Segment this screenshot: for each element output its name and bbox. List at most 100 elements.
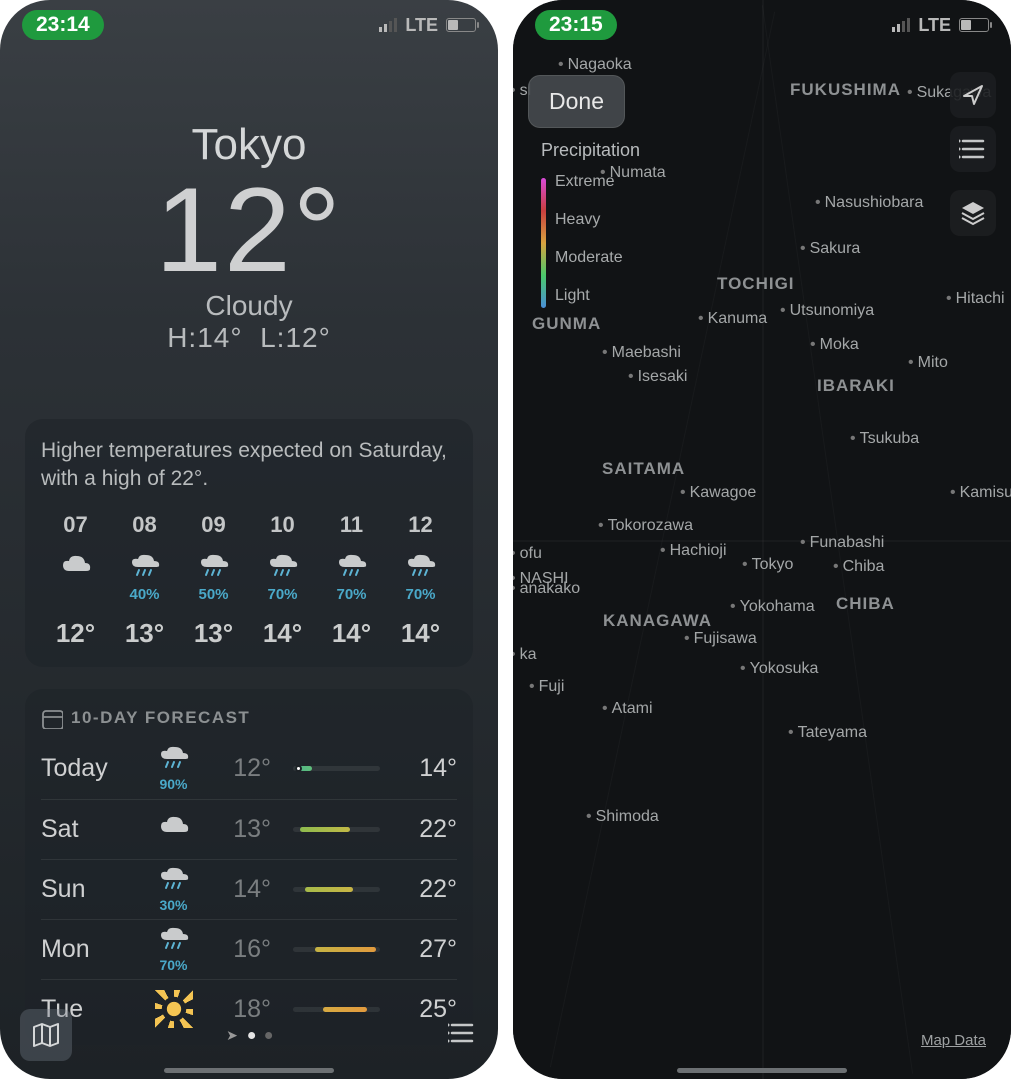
city-label[interactable]: ofu <box>513 545 542 563</box>
daily-row[interactable]: Mon 70% 16° 27° <box>41 919 457 979</box>
city-label[interactable]: Funabashi <box>800 534 884 552</box>
legend-gradient <box>541 178 546 308</box>
hourly-card[interactable]: Higher temperatures expected on Saturday… <box>25 419 473 667</box>
city-label[interactable]: Yokohama <box>730 598 815 616</box>
legend-level: Moderate <box>555 239 640 277</box>
city-label[interactable]: Hachioji <box>660 542 727 560</box>
prefecture-label: CHIBA <box>836 594 895 614</box>
city-label[interactable]: Isesaki <box>628 368 687 386</box>
hour-temp: 14 <box>455 618 457 649</box>
network-label: LTE <box>405 15 438 36</box>
hour-cell[interactable]: 08 40% 13° <box>110 512 179 649</box>
city-label[interactable]: Moka <box>810 336 859 354</box>
day-low: 12° <box>211 754 271 783</box>
cloud-icon <box>159 814 189 840</box>
hour-cell[interactable]: 13 80 14 <box>455 512 457 649</box>
home-indicator[interactable] <box>677 1068 847 1073</box>
time-pill[interactable]: 23:15 <box>535 10 617 40</box>
prefecture-label: KANAGAWA <box>603 611 712 631</box>
city-label[interactable]: Utsunomiya <box>780 302 874 320</box>
hour-temp: 14° <box>317 618 386 649</box>
hour-cell[interactable]: 10 70% 14° <box>248 512 317 649</box>
page-indicator[interactable]: ➤ <box>226 1027 272 1044</box>
precip-pct: 70% <box>248 586 317 604</box>
city-label[interactable]: Nagaoka <box>558 56 632 74</box>
page-dot <box>265 1032 272 1039</box>
city-label[interactable]: Tokorozawa <box>598 517 693 535</box>
daily-row[interactable]: Sun 30% 14° 22° <box>41 859 457 919</box>
hour-label: 08 <box>110 512 179 538</box>
hour-label: 10 <box>248 512 317 538</box>
city-label[interactable]: Shimoda <box>586 808 659 826</box>
daily-row[interactable]: Sat 13° 22° <box>41 799 457 859</box>
city-label[interactable]: Sakura <box>800 240 860 258</box>
map-icon <box>31 1021 61 1049</box>
hour-cell[interactable]: 07 12° <box>41 512 110 649</box>
layers-button[interactable] <box>950 190 996 236</box>
hour-temp: 12° <box>41 618 110 649</box>
city-label[interactable]: Kanuma <box>698 310 767 328</box>
locate-button[interactable] <box>950 72 996 118</box>
network-label: LTE <box>918 15 951 36</box>
precip-pct: 30% <box>146 897 201 913</box>
map-data-link[interactable]: Map Data <box>921 1032 986 1049</box>
temp-range-bar <box>293 827 380 832</box>
precip-pct: 80 <box>455 586 457 604</box>
rain-icon <box>159 745 189 771</box>
hour-cell[interactable]: 09 50% 13° <box>179 512 248 649</box>
day-low: 13° <box>211 815 271 844</box>
hourly-row[interactable]: 07 12° 08 40% 13° 09 50% 13° 10 70% 14° … <box>41 512 457 649</box>
home-indicator[interactable] <box>164 1068 334 1073</box>
day-label: Sun <box>41 875 136 904</box>
signal-icon <box>379 18 397 32</box>
city-label[interactable]: ka <box>513 646 537 664</box>
city-label[interactable]: Kamisu <box>950 484 1011 502</box>
locations-button[interactable] <box>448 1020 478 1051</box>
hour-temp: 13° <box>179 618 248 649</box>
page-dot <box>248 1032 255 1039</box>
daily-row[interactable]: Today 90% 12° 14° <box>41 739 457 799</box>
high-low: H:14° L:12° <box>0 322 498 354</box>
hour-cell[interactable]: 11 70% 14° <box>317 512 386 649</box>
precip-pct: 70% <box>317 586 386 604</box>
city-label[interactable]: Atami <box>602 700 653 718</box>
prefecture-label: IBARAKI <box>817 376 895 396</box>
city-label[interactable]: Tateyama <box>788 724 867 742</box>
precip-pct: 70% <box>146 957 201 973</box>
time-pill[interactable]: 23:14 <box>22 10 104 40</box>
city-label[interactable]: Fuji <box>529 678 564 696</box>
precip-pct: 50% <box>179 586 248 604</box>
city-label[interactable]: Chiba <box>833 558 884 576</box>
prefecture-label: GUNMA <box>532 314 601 334</box>
legend-title: Precipitation <box>541 140 640 161</box>
status-bar: 23:14 LTE <box>0 0 498 50</box>
city-label[interactable]: Yokosuka <box>740 660 818 678</box>
city-label[interactable]: Tokyo <box>742 556 793 574</box>
legend-level: Light <box>555 277 640 315</box>
day-low: 16° <box>211 935 271 964</box>
weather-map-screen: FUKUSHIMATOCHIGIGUNMAIBARAKISAITAMAKANAG… <box>513 0 1011 1079</box>
day-label: Sat <box>41 815 136 844</box>
rain-icon <box>110 548 179 584</box>
rain-icon <box>317 548 386 584</box>
map-button[interactable] <box>20 1009 72 1061</box>
city-label[interactable]: Hitachi <box>946 290 1005 308</box>
city-label[interactable]: Maebashi <box>602 344 681 362</box>
list-button[interactable] <box>950 126 996 172</box>
day-high: 27° <box>402 935 457 964</box>
prefecture-label: FUKUSHIMA <box>790 80 901 100</box>
condition-label: Cloudy <box>0 290 498 322</box>
done-button[interactable]: Done <box>528 75 625 128</box>
day-high: 14° <box>402 754 457 783</box>
city-label[interactable]: Nasushiobara <box>815 194 923 212</box>
city-label[interactable]: Tsukuba <box>850 430 919 448</box>
city-label[interactable]: Fujisawa <box>684 630 757 648</box>
city-label[interactable]: Kawagoe <box>680 484 756 502</box>
status-bar: 23:15 LTE <box>513 0 1011 50</box>
day-label: Mon <box>41 935 136 964</box>
city-label[interactable]: Mito <box>908 354 948 372</box>
hour-label: 12 <box>386 512 455 538</box>
tenday-card[interactable]: 10-DAY FORECAST Today 90% 12° 14° Sat 13… <box>25 689 473 1045</box>
city-label[interactable]: NASHI <box>513 570 569 588</box>
hour-cell[interactable]: 12 70% 14° <box>386 512 455 649</box>
